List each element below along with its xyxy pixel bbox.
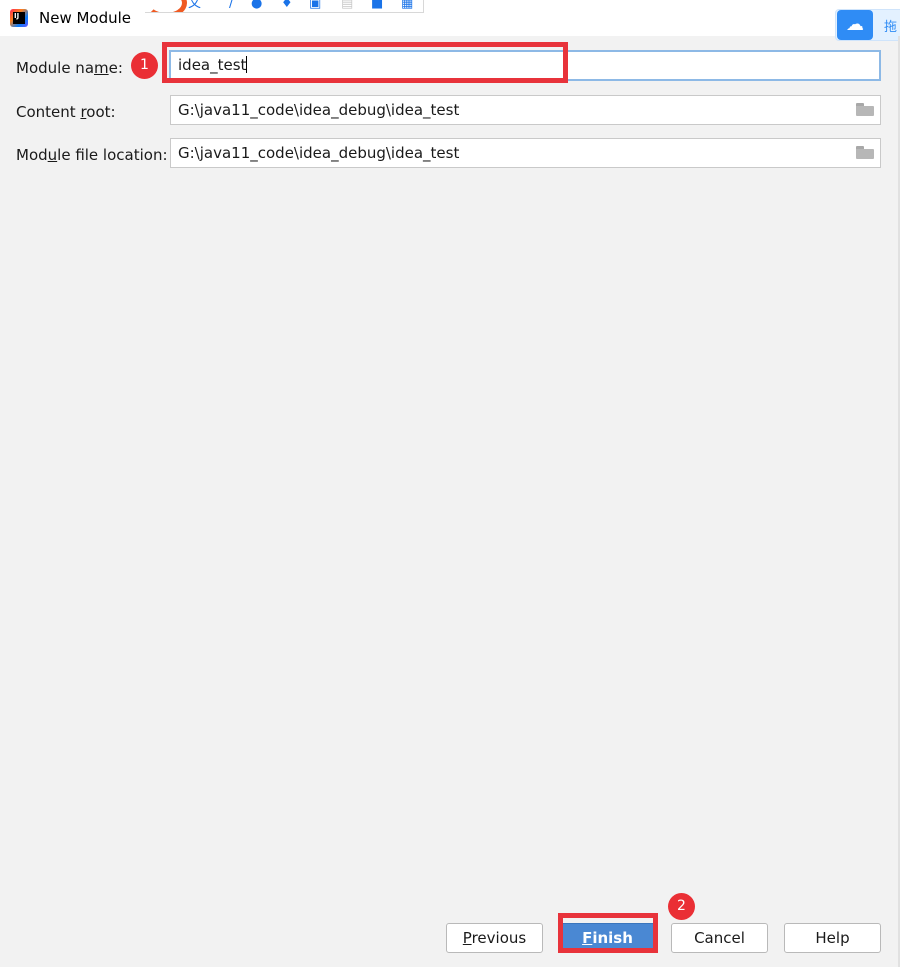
copy-icon[interactable]: ▤: [341, 0, 353, 10]
bookmark-icon[interactable]: ■: [371, 0, 383, 10]
pen-icon[interactable]: /: [229, 0, 233, 10]
step-2-badge: 2: [668, 893, 695, 920]
window-icon[interactable]: ▣: [309, 0, 321, 10]
cloud-widget[interactable]: ☁ 拖: [835, 9, 900, 41]
module-file-location-label: Module file location:: [16, 146, 168, 164]
floating-toolbar: 文 / ● ♦ ▣ ▤ ■ ▦: [145, 0, 424, 13]
cloud-widget-text: 拖: [884, 20, 898, 35]
intellij-app-icon: [10, 9, 28, 27]
browse-folder-icon[interactable]: [856, 103, 874, 116]
module-name-label: Module name:: [16, 59, 123, 77]
step-1-highlight-box: [162, 42, 568, 83]
content-root-field[interactable]: G:\java11_code\idea_debug\idea_test: [170, 95, 881, 125]
title-bar: New Module: [0, 0, 900, 36]
step-1-badge: 1: [131, 52, 158, 79]
window-title: New Module: [39, 9, 132, 27]
cloud-icon: ☁: [837, 10, 873, 40]
help-button[interactable]: Help: [784, 923, 881, 953]
browse-folder-icon[interactable]: [856, 146, 874, 159]
circle-icon[interactable]: ●: [251, 0, 262, 10]
step-2-highlight-box: [558, 913, 658, 953]
bulb-icon[interactable]: ♦: [281, 0, 293, 10]
module-file-location-field[interactable]: G:\java11_code\idea_debug\idea_test: [170, 138, 881, 168]
logo-swoosh-icon: [145, 0, 187, 12]
content-root-label: Content root:: [16, 103, 116, 121]
module-file-location-value: G:\java11_code\idea_debug\idea_test: [178, 144, 460, 162]
previous-button[interactable]: Previous: [446, 923, 543, 953]
cancel-button[interactable]: Cancel: [671, 923, 768, 953]
translate-icon[interactable]: 文: [188, 0, 201, 10]
grid-icon[interactable]: ▦: [401, 0, 413, 10]
content-root-value: G:\java11_code\idea_debug\idea_test: [178, 101, 460, 119]
